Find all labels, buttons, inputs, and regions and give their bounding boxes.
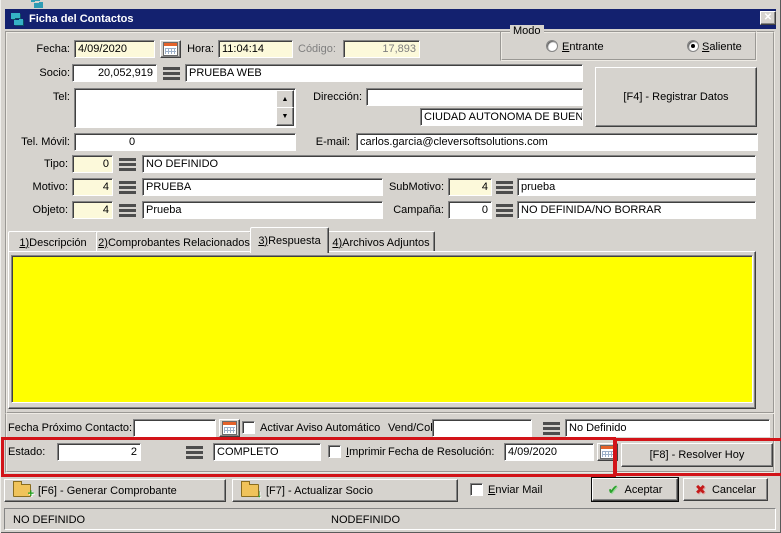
vendcobr-descripcion-field[interactable]: No Definido [565, 419, 770, 437]
resolver-hoy-button[interactable]: [F8] - Resolver Hoy [621, 443, 773, 467]
objeto-codigo-field[interactable]: 4 [72, 201, 113, 219]
hora-label: Hora: [186, 40, 214, 58]
fecha-field[interactable]: 4/09/2020 [74, 40, 155, 58]
vendcobr-lookup-icon[interactable] [543, 422, 560, 435]
activar-aviso-checkbox[interactable] [242, 421, 255, 434]
motivo-codigo-field[interactable]: 4 [72, 178, 113, 196]
direccion-label: Dirección: [298, 88, 362, 106]
generar-comprobante-button[interactable]: + [F6] - Generar Comprobante [4, 479, 226, 502]
direccion-field-2[interactable]: CIUDAD AUTONOMA DE BUEN [420, 108, 583, 126]
motivo-descripcion-field[interactable]: PRUEBA [142, 178, 383, 196]
close-button[interactable]: ✕ [760, 11, 776, 25]
vendcobr-field[interactable] [432, 419, 532, 437]
proximo-calendar-button[interactable] [219, 419, 240, 437]
folder-plus-icon: + [13, 484, 31, 497]
imprimir-label[interactable]: Imprimir [346, 443, 386, 461]
actualizar-socio-button[interactable]: ↓ [F7] - Actualizar Socio [232, 479, 458, 502]
aceptar-button[interactable]: ✔ Aceptar [592, 478, 678, 501]
background-window-icon [28, 0, 44, 8]
check-icon: ✔ [608, 482, 619, 498]
campana-descripcion-field[interactable]: NO DEFINIDA/NO BORRAR [517, 201, 756, 219]
email-label: E-mail: [306, 133, 350, 151]
scroll-down-icon: ▼ [282, 113, 289, 120]
title-bar[interactable]: Ficha del Contactos ✕ [5, 9, 776, 29]
enviar-mail-label[interactable]: Enviar Mail [488, 481, 542, 499]
tel-scroll-down-button[interactable]: ▼ [276, 107, 294, 126]
proximo-contacto-field[interactable] [133, 419, 216, 437]
hora-field[interactable]: 11:04:14 [218, 40, 293, 58]
fecha-calendar-button[interactable] [160, 40, 181, 58]
objeto-label: Objeto: [20, 201, 68, 219]
direccion-field-1[interactable] [366, 88, 583, 106]
calendar-icon [600, 445, 615, 459]
scroll-up-icon: ▲ [282, 96, 289, 103]
tel-movil-label: Tel. Móvil: [8, 133, 70, 151]
tel-label: Tel: [26, 88, 70, 106]
submotivo-lookup-icon[interactable] [496, 181, 513, 194]
socio-nombre-field[interactable]: PRUEBA WEB [185, 64, 583, 82]
status-right: NODEFINIDO [331, 511, 400, 529]
app-icon [8, 11, 24, 27]
tab-archivos-adjuntos[interactable]: 4) Archivos Adjuntos [327, 231, 435, 253]
campana-codigo-field[interactable]: 0 [448, 201, 492, 219]
radio-saliente[interactable] [687, 40, 699, 52]
codigo-field: 17,893 [343, 40, 420, 58]
folder-download-icon: ↓ [241, 484, 259, 497]
socio-label: Socio: [26, 64, 70, 82]
tel-field[interactable] [74, 88, 296, 128]
campana-lookup-icon[interactable] [496, 204, 513, 217]
cancelar-button[interactable]: ✖ Cancelar [683, 478, 768, 501]
tipo-label: Tipo: [26, 155, 68, 173]
campana-label: Campaña: [386, 201, 444, 219]
modo-label: Modo [510, 25, 544, 37]
objeto-descripcion-field[interactable]: Prueba [142, 201, 383, 219]
respuesta-textarea[interactable] [11, 255, 753, 403]
window-title: Ficha del Contactos [29, 13, 134, 25]
close-icon: ✕ [764, 13, 772, 23]
radio-entrante[interactable] [546, 40, 558, 52]
estado-codigo-field[interactable]: 2 [57, 443, 141, 461]
ficha-del-contactos-dialog: Ficha del Contactos ✕ Fecha: 4/09/2020 H… [0, 0, 781, 533]
resolucion-field[interactable]: 4/09/2020 [504, 443, 594, 461]
registrar-datos-button[interactable]: [F4] - Registrar Datos [595, 67, 757, 127]
estado-lookup-icon[interactable] [186, 446, 203, 459]
tipo-codigo-field[interactable]: 0 [72, 155, 113, 173]
tab-descripcion[interactable]: 1) Descripción [8, 231, 98, 253]
enviar-mail-checkbox[interactable] [470, 483, 483, 496]
imprimir-checkbox[interactable] [328, 445, 341, 458]
socio-lookup-icon[interactable] [163, 67, 180, 80]
objeto-lookup-icon[interactable] [119, 204, 136, 217]
status-left: NO DEFINIDO [13, 511, 85, 529]
calendar-icon [222, 421, 237, 435]
radio-saliente-label[interactable]: Saliente [702, 38, 742, 56]
tel-movil-field[interactable]: 0 [74, 133, 296, 151]
socio-numero-field[interactable]: 20,052,919 [72, 64, 157, 82]
status-bar: NO DEFINIDO NODEFINIDO [4, 508, 776, 530]
submotivo-codigo-field[interactable]: 4 [448, 178, 492, 196]
radio-entrante-label[interactable]: Entrante [562, 38, 604, 56]
tab-respuesta[interactable]: 3) Respuesta [250, 227, 329, 253]
codigo-label: Código: [298, 40, 330, 58]
fecha-label: Fecha: [26, 40, 70, 58]
calendar-icon [163, 42, 178, 56]
submotivo-label: SubMotivo: [386, 178, 444, 196]
activar-aviso-label[interactable]: Activar Aviso Automático [260, 419, 380, 437]
tipo-descripcion-field[interactable]: NO DEFINIDO [142, 155, 756, 173]
motivo-label: Motivo: [20, 178, 68, 196]
estado-descripcion-field[interactable]: COMPLETO [213, 443, 321, 461]
cross-icon: ✖ [695, 482, 706, 498]
tipo-lookup-icon[interactable] [119, 158, 136, 171]
resolucion-label: Fecha de Resolución: [388, 443, 494, 461]
motivo-lookup-icon[interactable] [119, 181, 136, 194]
proximo-contacto-label: Fecha Próximo Contacto: [8, 419, 132, 437]
submotivo-descripcion-field[interactable]: prueba [517, 178, 756, 196]
resolucion-calendar-button[interactable] [597, 443, 618, 461]
estado-label: Estado: [8, 443, 45, 461]
email-field[interactable]: carlos.garcia@cleversoftsolutions.com [356, 133, 758, 151]
tab-comprobantes-relacionados[interactable]: 2) Comprobantes Relacionados [96, 231, 252, 253]
